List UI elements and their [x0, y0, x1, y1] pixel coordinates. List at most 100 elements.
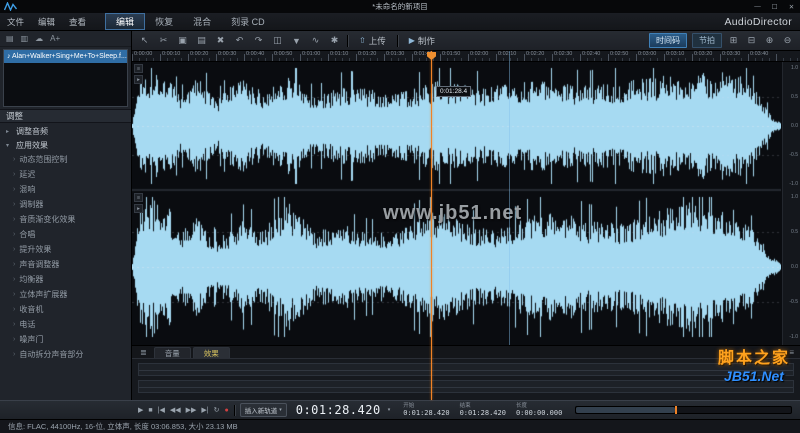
marker-icon[interactable]: ▼ [290, 36, 303, 46]
maximize-button[interactable]: ☐ [766, 0, 783, 13]
effect-item[interactable]: 均衡器 [0, 272, 131, 287]
ruler-tick-label: 0:03:40 [750, 51, 769, 57]
jb51-watermark: 脚本之家 JB51.Net [717, 350, 790, 385]
ruler-tick-label: 0:03:20 [694, 51, 713, 57]
media-library-list[interactable]: ♪ Alan+Walker+Sing+Me+To+Sleep.f... [3, 49, 128, 107]
mode-tab-1[interactable]: 编辑 [105, 13, 146, 30]
ruler-tick-label: 0:01:10 [330, 51, 349, 57]
menu-edit[interactable]: 编辑 [31, 16, 62, 28]
keyframe-lane-track2[interactable] [138, 380, 794, 393]
chevron-down-icon: ▾ [279, 407, 282, 413]
ruler-tick-label: 0:01:30 [386, 51, 405, 57]
track1-badge-icon[interactable]: ▸ [134, 75, 143, 84]
mode-tab-2[interactable]: 恢复 [145, 13, 183, 30]
close-button[interactable]: ✕ [783, 0, 800, 13]
scale-label: -1.0 [789, 181, 798, 187]
effect-item[interactable]: 立体声扩展器 [0, 287, 131, 302]
cut-icon[interactable]: ✂ [157, 35, 170, 46]
waveform-tool-icon[interactable]: ∿ [309, 35, 322, 46]
effect-item[interactable]: 合唱 [0, 227, 131, 242]
length-field: 长度 0:00:00.000 [515, 402, 563, 418]
mode-tab-4[interactable]: 刻录 CD [221, 13, 275, 30]
navigator-thumb[interactable] [576, 407, 676, 413]
paste-icon[interactable]: ▤ [195, 35, 208, 46]
playhead-line[interactable] [431, 51, 432, 400]
effect-group[interactable]: ▾ 应用效果 [0, 138, 131, 152]
ruler-tick-label: 0:01:00 [302, 51, 321, 57]
library-toolbar: ▤ ▥ ☁ A+ [0, 31, 131, 47]
minimize-button[interactable]: — [749, 0, 766, 13]
title-bar: *未命名的新项目 — ☐ ✕ [0, 0, 800, 13]
track1-badge-icon[interactable]: ≡ [134, 64, 143, 73]
import-folder-icon[interactable]: ▥ [21, 34, 29, 43]
waveform-view[interactable]: 1.0 0.5 0.0 -0.5 -1.0 1.0 0.5 0.0 -0.5 -1.0 www.j… [132, 62, 800, 345]
forward-button[interactable]: ▶▶ [186, 406, 197, 414]
scale-label: 0.0 [791, 123, 798, 129]
effect-item[interactable]: 声音调整器 [0, 257, 131, 272]
effect-item[interactable]: 收音机 [0, 302, 131, 317]
effect-item[interactable]: 音质渐变化效果 [0, 212, 131, 227]
effect-item[interactable]: 延迟 [0, 167, 131, 182]
single-view-icon[interactable]: ⊟ [745, 35, 758, 46]
ruler-tick-label: 0:03:10 [666, 51, 685, 57]
keyframe-menu-icon[interactable]: ≡ [789, 348, 794, 357]
effect-item[interactable]: 动态范围控制 [0, 152, 131, 167]
window-title: *未命名的新项目 [372, 2, 428, 11]
playhead-time-tooltip: 0:01:28.4 [436, 86, 472, 97]
loop-button[interactable]: ↻ [214, 406, 220, 414]
split-icon[interactable]: ◫ [271, 35, 284, 46]
library-track-item[interactable]: ♪ Alan+Walker+Sing+Me+To+Sleep.f... [4, 50, 127, 63]
edit-toolbar: ↖ ✂ ▣ ▤ ✖ ↶ ↷ ◫ ▼ ∿ ✱ ⇧ 上传 ▶ 制作 时间码 节拍 ⊞ ⊟ ⊕ ⊖ [132, 31, 800, 51]
select-tool-icon[interactable]: ↖ [138, 35, 151, 46]
effect-item[interactable]: 提升效果 [0, 242, 131, 257]
track2-badge-icon[interactable]: ≡ [134, 193, 143, 202]
effect-item[interactable]: 自动拆分声音部分 [0, 347, 131, 362]
scale-label: 0.5 [791, 94, 798, 100]
track2-badge-icon[interactable]: ▸ [134, 204, 143, 213]
effect-item[interactable]: 电话 [0, 317, 131, 332]
ruler-tick-label: 0:02:30 [554, 51, 573, 57]
beats-toggle-button[interactable]: 节拍 [692, 33, 722, 48]
timeline-ruler[interactable]: 0:00:00 0:00:10 0:00:20 0:00:30 0:00:40 0:00:… [132, 51, 800, 62]
zoom-in-icon[interactable]: ⊕ [763, 35, 776, 46]
mode-tab-3[interactable]: 混合 [183, 13, 221, 30]
record-button[interactable]: ● [224, 407, 228, 414]
effect-group[interactable]: ▸ 调整音频 [0, 124, 131, 138]
timecode-toggle-button[interactable]: 时间码 [649, 33, 687, 48]
menu-file[interactable]: 文件 [0, 16, 31, 28]
cloud-icon[interactable]: ☁ [35, 34, 43, 43]
transport-separator [233, 404, 235, 416]
ruler-tick-label: 0:01:20 [358, 51, 377, 57]
undo-icon[interactable]: ↶ [233, 35, 246, 46]
keyframe-lane-track1[interactable] [138, 363, 794, 376]
timeline-navigator-scrollbar[interactable] [575, 406, 792, 414]
next-button[interactable]: ▶| [201, 406, 208, 414]
prev-button[interactable]: |◀ [158, 406, 165, 414]
effect-item[interactable]: 混响 [0, 182, 131, 197]
import-media-icon[interactable]: ▤ [6, 34, 14, 43]
stop-button[interactable]: ■ [148, 407, 152, 414]
play-button[interactable]: ▶ [138, 406, 143, 414]
ruler-tick-label: 0:01:50 [442, 51, 461, 57]
rewind-button[interactable]: ◀◀ [170, 406, 181, 414]
zoom-out-icon[interactable]: ⊖ [781, 35, 794, 46]
effect-item[interactable]: 噪声门 [0, 332, 131, 347]
menu-view[interactable]: 查看 [62, 16, 93, 28]
keyframe-tab-1[interactable]: 音量 [153, 347, 191, 358]
effect-item[interactable]: 调制器 [0, 197, 131, 212]
audiodirector-window: *未命名的新项目 — ☐ ✕ 文件 编辑 查看 编辑 恢复 混合 刻录 CD Audi… [0, 0, 800, 433]
insert-track-button[interactable]: 插入新轨道 ▾ [239, 403, 287, 417]
keyframe-tab-2[interactable]: 效果 [192, 347, 230, 358]
navigator-playhead-tick [675, 406, 678, 414]
produce-button[interactable]: ▶ 制作 [404, 34, 440, 48]
upload-icon: ⇧ [359, 36, 366, 45]
delete-icon[interactable]: ✖ [214, 35, 227, 46]
copy-icon[interactable]: ▣ [176, 35, 189, 46]
tools-dropdown-icon[interactable]: ✱ [328, 35, 341, 46]
keyframe-panel-menu-icon[interactable]: ≣ [140, 348, 147, 357]
text-size-icon[interactable]: A+ [50, 34, 60, 43]
upload-button[interactable]: ⇧ 上传 [354, 34, 391, 48]
time-format-dropdown-icon[interactable]: ▾ [388, 407, 391, 413]
grid-view-icon[interactable]: ⊞ [727, 35, 740, 46]
redo-icon[interactable]: ↷ [252, 35, 265, 46]
